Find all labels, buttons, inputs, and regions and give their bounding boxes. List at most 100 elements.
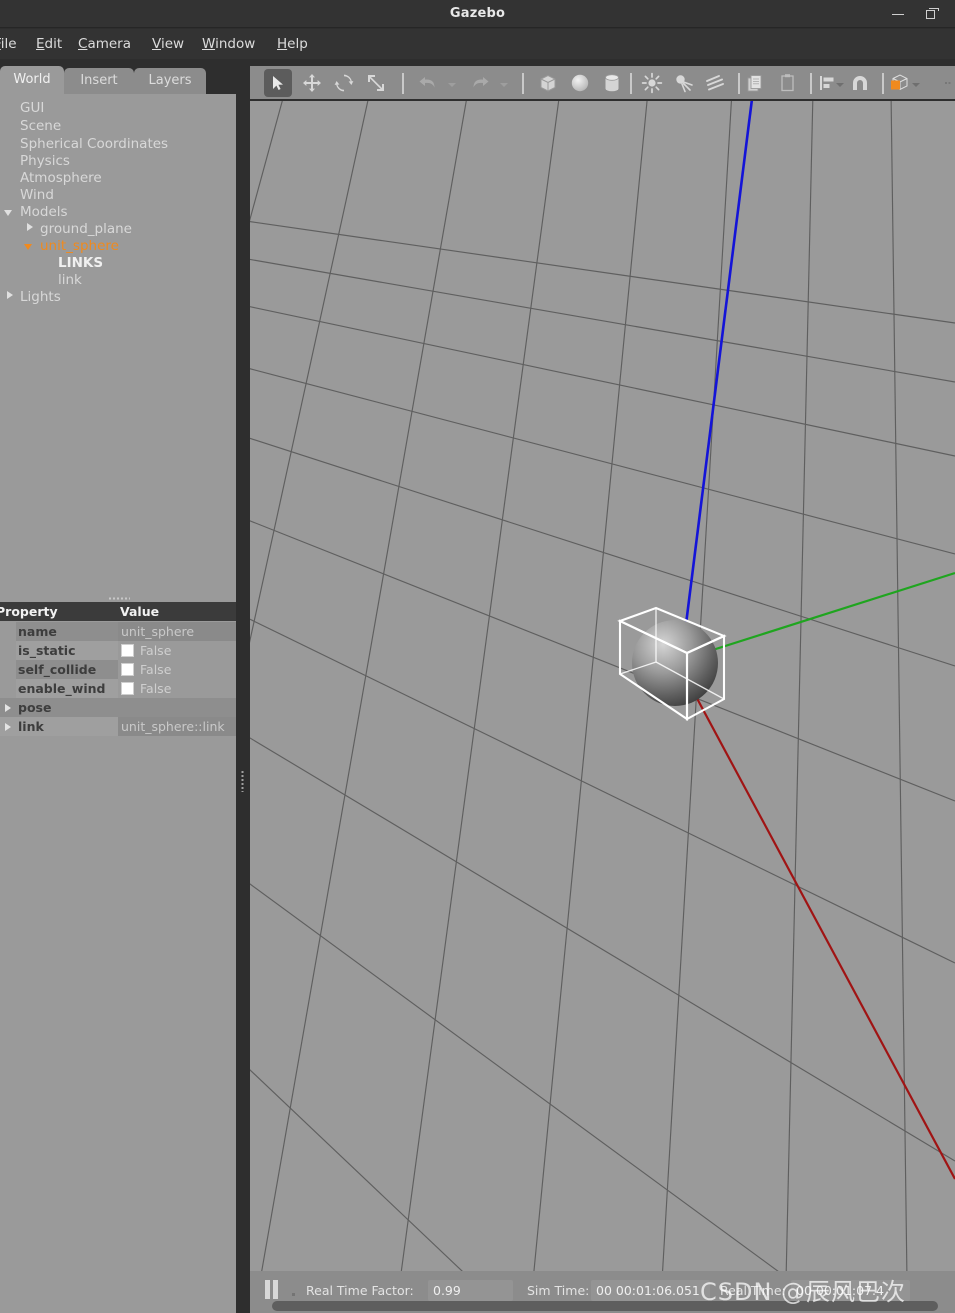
toolbar-separator xyxy=(630,73,632,94)
tree-item-lights[interactable]: Lights xyxy=(20,289,61,306)
property-row-pose[interactable]: pose xyxy=(0,698,236,717)
property-row-is-static[interactable]: is_static False xyxy=(0,641,236,660)
left-panel: GUI Scene Spherical Coordinates Physics … xyxy=(0,94,236,1313)
row-indent xyxy=(0,660,16,679)
insert-box-button[interactable] xyxy=(534,69,562,97)
step-button[interactable] xyxy=(292,1293,295,1296)
sim-time-value: 00 00:01:06.051 xyxy=(591,1280,710,1301)
property-row-name[interactable]: name unit_sphere xyxy=(0,622,236,641)
menu-view[interactable]: View xyxy=(152,29,184,59)
redo-button[interactable] xyxy=(466,69,494,97)
property-row-enable-wind[interactable]: enable_wind False xyxy=(0,679,236,698)
tree-item-link[interactable]: link xyxy=(58,272,82,289)
property-value-checkbox-cell[interactable]: False xyxy=(118,660,236,679)
undo-dropdown-caret-icon[interactable] xyxy=(448,83,456,87)
tab-layers[interactable]: Layers xyxy=(134,68,206,94)
property-table: Property Value name unit_sphere is_stati… xyxy=(0,602,236,737)
property-value xyxy=(118,698,236,717)
tree-item-gui[interactable]: GUI xyxy=(20,100,44,117)
insert-sphere-button[interactable] xyxy=(566,69,594,97)
undo-button[interactable] xyxy=(414,69,442,97)
menu-edit[interactable]: Edit xyxy=(36,29,62,59)
tree-expand-unit-sphere-icon[interactable] xyxy=(24,244,32,250)
panel-horizontal-splitter[interactable] xyxy=(0,594,236,602)
scene-3d xyxy=(250,101,955,1271)
toolbar-overflow-button[interactable] xyxy=(934,69,955,97)
title-bar: Gazebo xyxy=(0,0,955,28)
property-value: unit_sphere xyxy=(118,622,236,641)
scene-background xyxy=(250,101,955,1271)
checkbox-icon[interactable] xyxy=(121,682,134,695)
tree-item-unit-sphere[interactable]: unit_sphere xyxy=(40,238,119,255)
rotate-mode-button[interactable] xyxy=(330,69,358,97)
checkbox-icon[interactable] xyxy=(121,663,134,676)
property-value-checkbox-cell[interactable]: False xyxy=(118,641,236,660)
minimize-button[interactable] xyxy=(883,0,913,28)
menu-help[interactable]: Help xyxy=(277,29,308,59)
redo-dropdown-caret-icon[interactable] xyxy=(500,83,508,87)
copy-button[interactable] xyxy=(742,69,770,97)
render-viewport[interactable] xyxy=(250,101,955,1271)
translate-mode-button[interactable] xyxy=(298,69,326,97)
scale-mode-button[interactable] xyxy=(362,69,390,97)
directional-light-button[interactable] xyxy=(702,69,730,97)
tree-item-atmosphere[interactable]: Atmosphere xyxy=(20,170,102,187)
column-header-value: Value xyxy=(120,604,160,619)
spot-light-icon xyxy=(676,75,693,93)
expand-link-icon[interactable] xyxy=(5,723,11,731)
expand-pose-icon[interactable] xyxy=(5,704,11,712)
view-mode-button[interactable] xyxy=(886,69,914,97)
tree-item-scene[interactable]: Scene xyxy=(20,118,61,135)
property-key: pose xyxy=(18,700,52,715)
property-value: False xyxy=(140,681,172,696)
align-dropdown-caret-icon[interactable] xyxy=(836,83,844,87)
maximize-button[interactable] xyxy=(915,0,945,28)
menu-window[interactable]: Window xyxy=(202,29,255,59)
property-value: unit_sphere::link xyxy=(118,717,236,736)
tab-world[interactable]: World xyxy=(0,66,64,94)
snap-button[interactable] xyxy=(846,69,874,97)
tree-expand-models-icon[interactable] xyxy=(4,210,12,216)
checkbox-icon[interactable] xyxy=(121,644,134,657)
property-row-self-collide[interactable]: self_collide False xyxy=(0,660,236,679)
magnet-snap-icon xyxy=(853,76,867,90)
point-light-button[interactable] xyxy=(638,69,666,97)
paste-icon xyxy=(781,74,794,92)
tree-item-physics[interactable]: Physics xyxy=(20,153,70,170)
bottom-scrollbar[interactable] xyxy=(272,1301,950,1311)
menu-file[interactable]: File xyxy=(0,29,17,59)
minimize-icon xyxy=(892,13,904,15)
menu-camera[interactable]: Camera xyxy=(78,29,131,59)
tree-item-links-header: LINKS xyxy=(58,255,104,271)
spot-light-button[interactable] xyxy=(670,69,698,97)
real-time-label: Real Time: xyxy=(720,1283,786,1298)
property-value-checkbox-cell[interactable]: False xyxy=(118,679,236,698)
property-value: False xyxy=(140,662,172,677)
cylinder-icon xyxy=(605,74,619,92)
world-tree[interactable]: GUI Scene Spherical Coordinates Physics … xyxy=(0,94,236,500)
copy-icon xyxy=(747,75,762,92)
tree-item-ground-plane[interactable]: ground_plane xyxy=(40,221,132,238)
property-row-link[interactable]: link unit_sphere::link xyxy=(0,717,236,736)
select-mode-button[interactable] xyxy=(264,69,292,97)
overflow-dots-icon xyxy=(945,82,951,84)
paste-button[interactable] xyxy=(774,69,802,97)
toolbar-separator xyxy=(402,73,404,94)
pause-button[interactable] xyxy=(262,1278,284,1300)
tab-insert[interactable]: Insert xyxy=(64,68,134,94)
menu-bar: File Edit Camera View Window Help xyxy=(0,29,955,59)
view-mode-dropdown-caret-icon[interactable] xyxy=(912,83,920,87)
tree-item-spherical-coordinates[interactable]: Spherical Coordinates xyxy=(20,136,168,153)
tree-item-wind[interactable]: Wind xyxy=(20,187,54,204)
toolbar-separator xyxy=(882,73,884,94)
rotate-arrows-icon xyxy=(334,74,354,92)
main-vertical-splitter[interactable] xyxy=(236,94,250,1313)
insert-cylinder-button[interactable] xyxy=(598,69,626,97)
tree-item-models[interactable]: Models xyxy=(20,204,68,221)
scrollbar-thumb[interactable] xyxy=(272,1301,938,1311)
tree-expand-ground-plane-icon[interactable] xyxy=(27,223,33,231)
directional-light-icon xyxy=(706,75,724,91)
toolbar-separator xyxy=(738,73,740,94)
property-value: False xyxy=(140,643,172,658)
tree-expand-lights-icon[interactable] xyxy=(7,291,13,299)
